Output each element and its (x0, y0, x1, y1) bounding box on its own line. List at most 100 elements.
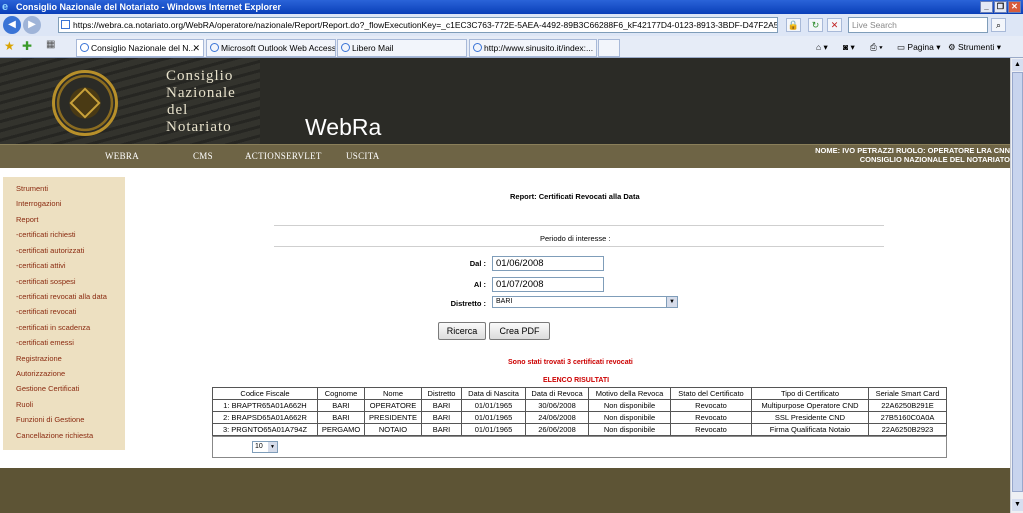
stop-icon[interactable]: ✕ (827, 18, 842, 32)
cell-distretto: BARI (421, 399, 462, 412)
scroll-thumb[interactable] (1012, 72, 1023, 492)
tab-favicon-icon (473, 43, 482, 52)
cell-cognome: BARI (317, 399, 365, 412)
menu-uscita[interactable]: USCITA (346, 151, 380, 161)
user-info: NOME: IVO PETRAZZI RUOLO: OPERATORE LRA … (815, 146, 1010, 164)
ie-logo-icon: e (2, 1, 9, 13)
cell-cognome: PERGAMO (317, 423, 365, 436)
sidebar-item-certificati-sospesi[interactable]: -certificati sospesi (16, 277, 76, 286)
sidebar-item-certificati-emessi[interactable]: -certificati emessi (16, 338, 74, 347)
quick-tabs-icon[interactable]: ▦ (46, 39, 55, 50)
sidebar-item-report[interactable]: Report (16, 215, 39, 224)
lock-icon[interactable]: 🔒 (786, 18, 801, 32)
tab-favicon-icon (80, 43, 89, 52)
sidebar-item-gestione-certificati[interactable]: Gestione Certificati (16, 384, 79, 393)
home-icon[interactable]: ⌂ ▾ (816, 40, 828, 54)
restore-button[interactable]: ❐ (994, 1, 1007, 13)
refresh-icon[interactable]: ↻ (808, 18, 823, 32)
page-menu[interactable]: ▭ Pagina ▾ (897, 40, 941, 54)
cell-cognome: BARI (317, 411, 365, 424)
cell-nome: NOTAIO (364, 423, 422, 436)
sidebar-item-funzioni-di-gestione[interactable]: Funzioni di Gestione (16, 415, 84, 424)
menu-cms[interactable]: CMS (193, 151, 213, 161)
divider (274, 225, 884, 226)
cell-stato-certificato: Revocato (670, 411, 752, 424)
dal-date-input[interactable]: 01/06/2008 (492, 256, 604, 271)
tab-bar: ★ ✚ ▦ Consiglio Nazionale del N... ✕ Mic… (0, 36, 1023, 58)
org-title: Consiglio Nazionale del Notariato (166, 68, 236, 135)
tab-cnn[interactable]: Consiglio Nazionale del N... ✕ (76, 39, 204, 57)
cell-data-revoca: 24/06/2008 (525, 411, 589, 424)
distretto-select[interactable]: BARI ▼ (492, 296, 678, 308)
close-window-button[interactable]: ✕ (1008, 1, 1021, 13)
table-header-row: Codice Fiscale Cognome Nome Distretto Da… (212, 387, 947, 400)
search-icon[interactable]: ⌕ (991, 18, 1006, 32)
chevron-down-icon[interactable]: ▼ (666, 297, 677, 307)
col-codice-fiscale: Codice Fiscale (212, 387, 318, 400)
cell-data-nascita: 01/01/1965 (461, 399, 526, 412)
tab-outlook[interactable]: Microsoft Outlook Web Access (206, 39, 336, 57)
sidebar-item-autorizzazione[interactable]: Autorizzazione (16, 369, 65, 378)
table-row[interactable]: 1: BRAPTR65A01A662H BARI OPERATORE BARI … (212, 399, 947, 412)
menu-webra[interactable]: WEBRA (105, 151, 139, 161)
cell-data-revoca: 30/06/2008 (525, 399, 589, 412)
cell-stato-certificato: Revocato (670, 399, 752, 412)
chevron-down-icon[interactable]: ▼ (268, 442, 277, 452)
scroll-up-icon[interactable]: ▲ (1012, 59, 1023, 71)
col-motivo-revoca: Motivo della Revoca (588, 387, 671, 400)
tab-sinusito[interactable]: http://www.sinusito.it/index:... (469, 39, 597, 57)
window-title: Consiglio Nazionale del Notariato - Wind… (16, 2, 281, 12)
table-row[interactable]: 2: BRAPSD65A01A662R BARI PRESIDENTE BARI… (212, 411, 947, 424)
distretto-label: Distretto : (450, 299, 486, 308)
al-label: Al : (473, 280, 486, 289)
sidebar-item-strumenti-label[interactable]: Strumenti (16, 184, 48, 193)
cell-motivo-revoca: Non disponibile (588, 423, 671, 436)
results-count-text: Sono stati trovati 3 certificati revocat… (508, 359, 633, 366)
page-size-value: 10 (255, 443, 263, 450)
sidebar-item-interrogazioni[interactable]: Interrogazioni (16, 199, 61, 208)
al-date-input[interactable]: 01/07/2008 (492, 277, 604, 292)
add-favorites-icon[interactable]: ✚ (22, 39, 32, 53)
site-header: Consiglio Nazionale del Notariato WebRa (0, 58, 1010, 144)
sidebar-item-registrazione[interactable]: Registrazione (16, 354, 62, 363)
minimize-button[interactable]: _ (980, 1, 993, 13)
divider (274, 246, 884, 247)
forward-button[interactable]: ▶ (23, 16, 41, 34)
back-button[interactable]: ◀ (3, 16, 21, 34)
sidebar-item-certificati-autorizzati[interactable]: -certificati autorizzati (16, 246, 84, 255)
table-row[interactable]: 3: PRGNTO65A01A794Z PERGAMO NOTAIO BARI … (212, 423, 947, 436)
tab-label: Libero Mail (352, 43, 394, 53)
sidebar-item-certificati-revocati[interactable]: -certificati revocati (16, 307, 76, 316)
feeds-icon[interactable]: ◙ ▾ (843, 40, 855, 54)
menu-actionservlet[interactable]: ACTIONSERVLET (245, 151, 322, 161)
close-tab-icon[interactable]: ✕ (192, 40, 200, 56)
favorites-star-icon[interactable]: ★ (4, 39, 15, 53)
cell-data-revoca: 26/06/2008 (525, 423, 589, 436)
scroll-down-icon[interactable]: ▼ (1012, 499, 1023, 511)
tools-menu[interactable]: ⚙ Strumenti ▾ (948, 40, 1001, 54)
sidebar-item-certificati-in-scadenza[interactable]: -certificati in scadenza (16, 323, 90, 332)
sidebar-item-certificati-richiesti[interactable]: -certificati richiesti (16, 230, 76, 239)
page-size-select[interactable]: 10 ▼ (252, 441, 278, 453)
url-field[interactable]: https://webra.ca.notariato.org/WebRA/ope… (58, 17, 778, 33)
cell-codice-fiscale: 3: PRGNTO65A01A794Z (212, 423, 318, 436)
tab-libero[interactable]: Libero Mail (337, 39, 467, 57)
distretto-value: BARI (496, 298, 513, 305)
new-tab-button[interactable] (598, 39, 620, 57)
sidebar-item-ruoli[interactable]: Ruoli (16, 400, 33, 409)
cell-nome: PRESIDENTE (364, 411, 422, 424)
report-title: Report: Certificati Revocati alla Data (510, 192, 640, 201)
search-input[interactable]: Live Search (848, 17, 988, 33)
vertical-scrollbar[interactable]: ▲ ▼ (1010, 58, 1023, 513)
app-title: WebRa (305, 114, 382, 140)
col-nome: Nome (364, 387, 422, 400)
sidebar-item-certificati-attivi[interactable]: -certificati attivi (16, 261, 66, 270)
address-bar-row: ◀ ▶ https://webra.ca.notariato.org/WebRA… (0, 14, 1023, 36)
sidebar-item-certificati-revocati-alla-data[interactable]: -certificati revocati alla data (16, 292, 107, 301)
cell-nome: OPERATORE (364, 399, 422, 412)
sidebar-item-cancellazione-richiesta[interactable]: Cancellazione richiesta (16, 431, 93, 440)
pager-row (212, 436, 947, 458)
crea-pdf-button[interactable]: Crea PDF (489, 322, 550, 340)
ricerca-button[interactable]: Ricerca (438, 322, 486, 340)
print-icon[interactable]: ⎙ ▾ (870, 40, 883, 54)
